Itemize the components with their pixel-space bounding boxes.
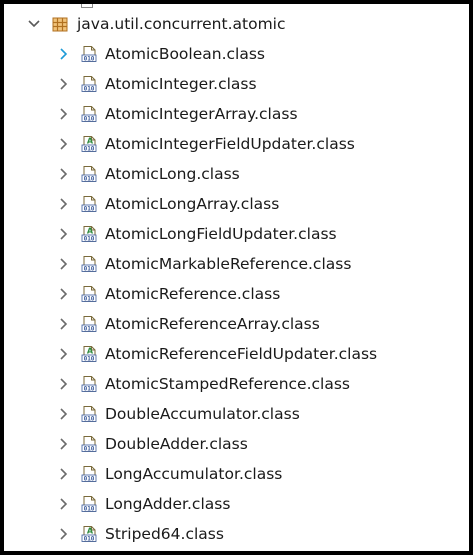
class-file-label: DoubleAdder.class <box>105 435 248 453</box>
svg-text:A: A <box>87 347 94 356</box>
tree-node-class[interactable]: 010 A AtomicReferenceFieldUpdater.class <box>4 339 469 369</box>
chevron-right-icon[interactable] <box>55 256 71 272</box>
svg-text:010: 010 <box>84 386 95 393</box>
svg-text:010: 010 <box>84 176 95 183</box>
class-file-label: AtomicMarkableReference.class <box>105 255 352 273</box>
tree-node-class[interactable]: 010 AtomicReference.class <box>4 279 469 309</box>
tree-node-class[interactable]: 010 AtomicLongArray.class <box>4 189 469 219</box>
chevron-right-icon[interactable] <box>55 316 71 332</box>
class-file-label: AtomicIntegerFieldUpdater.class <box>105 135 355 153</box>
svg-text:A: A <box>87 227 94 236</box>
class-file-label: LongAccumulator.class <box>105 465 283 483</box>
tree-node-class[interactable]: 010 A AtomicLongFieldUpdater.class <box>4 219 469 249</box>
tree-node-class[interactable]: 010 AtomicStampedReference.class <box>4 369 469 399</box>
tree-node-class[interactable]: 010 DoubleAdder.class <box>4 429 469 459</box>
svg-text:010: 010 <box>84 446 95 453</box>
tree-node-class[interactable]: 010 AtomicInteger.class <box>4 69 469 99</box>
chevron-right-icon[interactable] <box>55 346 71 362</box>
class-file-icon: 010 <box>80 375 98 393</box>
svg-text:010: 010 <box>84 536 95 543</box>
svg-text:010: 010 <box>84 266 95 273</box>
abstract-class-file-icon: 010 A <box>80 345 98 363</box>
class-file-icon: 010 <box>80 285 98 303</box>
svg-text:010: 010 <box>84 476 95 483</box>
class-file-icon: 010 <box>80 405 98 423</box>
class-file-label: AtomicLongFieldUpdater.class <box>105 225 337 243</box>
abstract-class-file-icon: 010 A <box>80 135 98 153</box>
tree-node-class[interactable]: 010 LongAccumulator.class <box>4 459 469 489</box>
class-file-icon: 010 <box>80 165 98 183</box>
class-file-icon: 010 <box>80 75 98 93</box>
class-file-icon: 010 <box>80 465 98 483</box>
tree-node-class[interactable]: 010 AtomicMarkableReference.class <box>4 249 469 279</box>
chevron-right-icon[interactable] <box>55 226 71 242</box>
chevron-right-icon[interactable] <box>55 46 71 62</box>
class-file-label: AtomicReference.class <box>105 285 281 303</box>
class-file-label: AtomicLongArray.class <box>105 195 280 213</box>
abstract-class-file-icon: 010 A <box>80 225 98 243</box>
abstract-class-file-icon: 010 A <box>80 525 98 543</box>
tree-node-class[interactable]: 010 DoubleAccumulator.class <box>4 399 469 429</box>
class-file-icon: 010 <box>80 105 98 123</box>
class-file-label: AtomicReferenceFieldUpdater.class <box>105 345 378 363</box>
tree-node-class[interactable]: 010 AtomicBoolean.class <box>4 39 469 69</box>
svg-text:010: 010 <box>84 86 95 93</box>
chevron-down-icon[interactable] <box>26 16 42 32</box>
chevron-right-icon[interactable] <box>55 526 71 542</box>
svg-text:A: A <box>87 527 94 536</box>
chevron-right-icon[interactable] <box>55 136 71 152</box>
class-file-icon: 010 <box>80 195 98 213</box>
screenshot-frame: java.util.concurrent.atomic 010 AtomicBoo… <box>0 0 473 555</box>
svg-text:010: 010 <box>84 236 95 243</box>
tree-node-class[interactable]: 010 A Striped64.class <box>4 519 469 549</box>
chevron-right-icon[interactable] <box>55 286 71 302</box>
class-file-icon: 010 <box>80 255 98 273</box>
chevron-right-icon[interactable] <box>55 406 71 422</box>
chevron-right-icon[interactable] <box>55 76 71 92</box>
class-file-label: AtomicLong.class <box>105 165 240 183</box>
tree-node-class[interactable]: 010 LongAdder.class <box>4 489 469 519</box>
svg-text:010: 010 <box>84 416 95 423</box>
class-file-label: LongAdder.class <box>105 495 231 513</box>
svg-text:010: 010 <box>84 116 95 123</box>
class-file-label: AtomicReferenceArray.class <box>105 315 320 333</box>
package-label: java.util.concurrent.atomic <box>77 15 286 33</box>
tree-node-class[interactable]: 010 AtomicIntegerArray.class <box>4 99 469 129</box>
class-file-label: DoubleAccumulator.class <box>105 405 300 423</box>
class-file-label: AtomicBoolean.class <box>105 45 265 63</box>
class-file-label: Striped64.class <box>105 525 224 543</box>
tree-node-package[interactable]: java.util.concurrent.atomic <box>4 9 469 39</box>
chevron-right-icon[interactable] <box>55 376 71 392</box>
tree-node-class[interactable]: 010 AtomicLong.class <box>4 159 469 189</box>
chevron-right-icon[interactable] <box>55 166 71 182</box>
class-file-label: AtomicIntegerArray.class <box>105 105 298 123</box>
chevron-right-icon[interactable] <box>55 496 71 512</box>
class-file-icon: 010 <box>80 495 98 513</box>
svg-text:010: 010 <box>84 206 95 213</box>
svg-text:010: 010 <box>84 296 95 303</box>
svg-text:010: 010 <box>84 326 95 333</box>
tree-node-class[interactable]: 010 A AtomicIntegerFieldUpdater.class <box>4 129 469 159</box>
class-file-label: AtomicInteger.class <box>105 75 257 93</box>
package-explorer-tree: java.util.concurrent.atomic 010 AtomicBoo… <box>4 4 469 551</box>
svg-text:010: 010 <box>84 56 95 63</box>
class-file-label: AtomicStampedReference.class <box>105 375 351 393</box>
chevron-right-icon[interactable] <box>55 466 71 482</box>
chevron-right-icon[interactable] <box>55 196 71 212</box>
chevron-right-icon[interactable] <box>55 106 71 122</box>
class-file-icon: 010 <box>80 315 98 333</box>
package-icon <box>51 15 69 33</box>
tree-node-class[interactable]: 010 AtomicReferenceArray.class <box>4 309 469 339</box>
class-file-icon: 010 <box>80 45 98 63</box>
svg-text:010: 010 <box>84 356 95 363</box>
svg-text:010: 010 <box>84 146 95 153</box>
previous-row-sliver <box>81 4 93 8</box>
svg-text:A: A <box>87 137 94 146</box>
svg-text:010: 010 <box>84 506 95 513</box>
class-file-icon: 010 <box>80 435 98 453</box>
chevron-right-icon[interactable] <box>55 436 71 452</box>
